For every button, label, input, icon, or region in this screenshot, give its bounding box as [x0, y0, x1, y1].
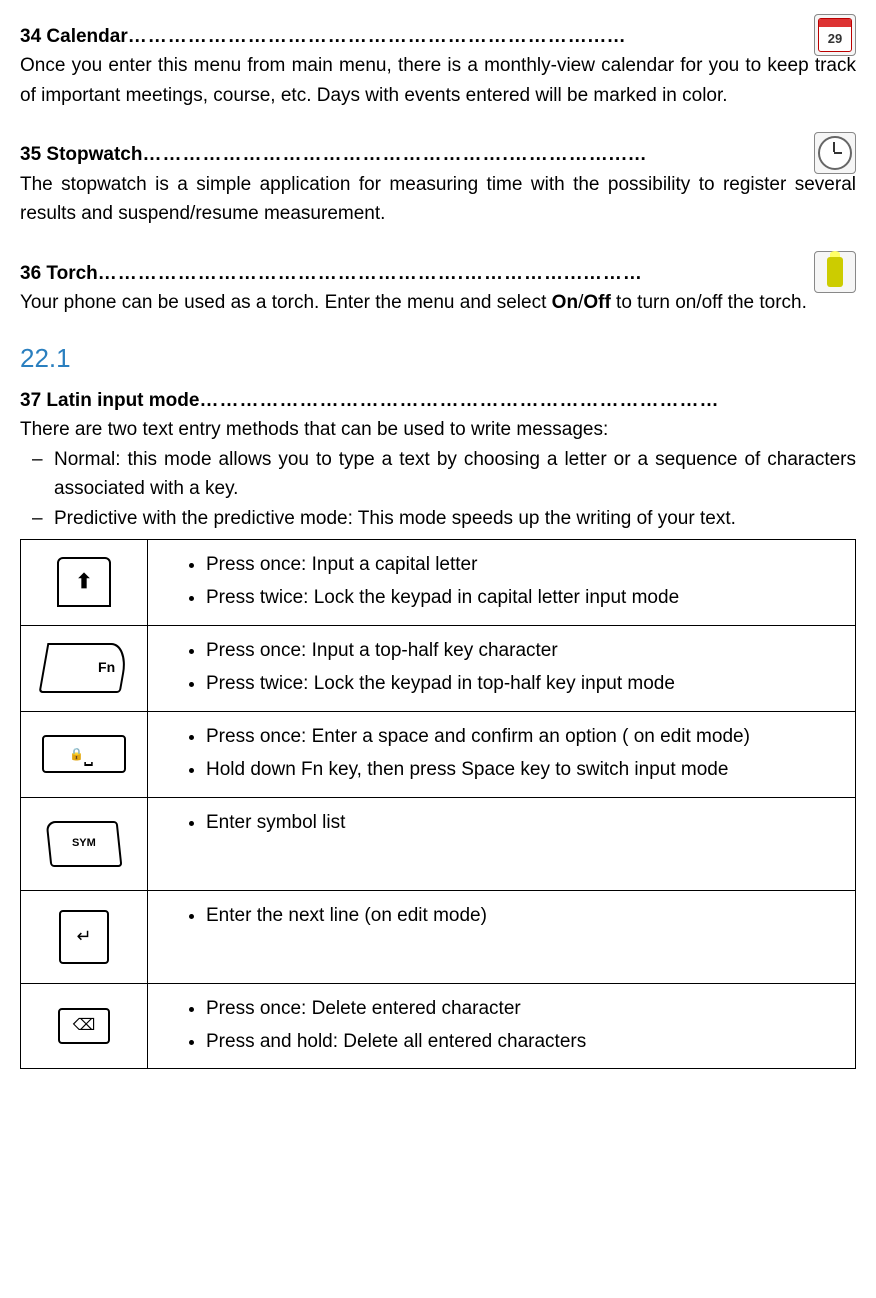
chapter-number: 22.1: [20, 338, 856, 378]
heading-text: 36 Torch: [20, 259, 98, 288]
desc-cell: Press once: Enter a space and confirm an…: [148, 711, 856, 797]
delete-key-icon: ⌫: [58, 1008, 110, 1044]
heading-text: 37 Latin input mode: [20, 386, 199, 415]
bullet: Press once: Input a capital letter: [206, 548, 847, 581]
heading-dots: ……………………………………………….……………...………: [98, 259, 643, 288]
bullet: Press once: Enter a space and confirm an…: [206, 720, 847, 753]
table-row: ⌫ Press once: Delete entered character P…: [21, 983, 856, 1069]
stopwatch-icon: [814, 132, 856, 174]
section-heading-stopwatch: 35 Stopwatch ……………………………………………….……………...…: [20, 140, 856, 169]
section-heading-latin: 37 Latin input mode ………………………………………………………: [20, 386, 856, 415]
calendar-icon: 29: [814, 14, 856, 56]
fn-key-icon: Fn: [39, 643, 130, 693]
table-row: SYM Enter symbol list: [21, 797, 856, 890]
desc-cell: Press once: Delete entered character Pre…: [148, 983, 856, 1069]
table-row: 🔒 Press once: Enter a space and confirm …: [21, 711, 856, 797]
bullet: Press once: Input a top-half key charact…: [206, 634, 847, 667]
heading-text: 34 Calendar: [20, 22, 128, 51]
torch-body: Your phone can be used as a torch. Enter…: [20, 288, 856, 317]
keypad-table: ⬆ Press once: Input a capital letter Pre…: [20, 539, 856, 1070]
desc-cell: Press once: Input a top-half key charact…: [148, 625, 856, 711]
key-cell-enter: ↵: [21, 890, 148, 983]
calendar-body: Once you enter this menu from main menu,…: [20, 51, 856, 110]
key-cell-shift: ⬆: [21, 539, 148, 625]
bullet: Enter the next line (on edit mode): [206, 899, 847, 932]
shift-key-icon: ⬆: [57, 557, 111, 607]
key-cell-space: 🔒: [21, 711, 148, 797]
sym-key-icon: SYM: [46, 821, 123, 867]
heading-dots: ……………………………………………………………...…: [128, 22, 627, 51]
bullet: Enter symbol list: [206, 806, 847, 839]
table-row: ↵ Enter the next line (on edit mode): [21, 890, 856, 983]
bullet: Press twice: Lock the keypad in capital …: [206, 581, 847, 614]
stopwatch-body: The stopwatch is a simple application fo…: [20, 170, 856, 229]
bullet: Press twice: Lock the keypad in top-half…: [206, 667, 847, 700]
section-heading-calendar: 34 Calendar ……………………………………………………………...… …: [20, 22, 856, 51]
table-row: Fn Press once: Input a top-half key char…: [21, 625, 856, 711]
heading-dots: ……………………………………………….……………...…: [142, 140, 647, 169]
bullet: Hold down Fn key, then press Space key t…: [206, 753, 847, 786]
latin-item-normal: –Normal: this mode allows you to type a …: [20, 445, 856, 504]
torch-icon: [814, 251, 856, 293]
section-heading-torch: 36 Torch ……………………………………………….……………...………: [20, 259, 856, 288]
key-cell-fn: Fn: [21, 625, 148, 711]
key-cell-sym: SYM: [21, 797, 148, 890]
heading-dots: ……………………………………………………………………: [199, 386, 719, 415]
space-key-icon: 🔒: [42, 735, 126, 773]
desc-cell: Enter the next line (on edit mode): [148, 890, 856, 983]
desc-cell: Press once: Input a capital letter Press…: [148, 539, 856, 625]
bullet: Press once: Delete entered character: [206, 992, 847, 1025]
enter-key-icon: ↵: [59, 910, 109, 964]
bullet: Press and hold: Delete all entered chara…: [206, 1025, 847, 1058]
key-cell-delete: ⌫: [21, 983, 148, 1069]
latin-intro: There are two text entry methods that ca…: [20, 415, 856, 444]
desc-cell: Enter symbol list: [148, 797, 856, 890]
table-row: ⬆ Press once: Input a capital letter Pre…: [21, 539, 856, 625]
heading-text: 35 Stopwatch: [20, 140, 142, 169]
latin-item-predictive: –Predictive with the predictive mode: Th…: [20, 504, 856, 533]
